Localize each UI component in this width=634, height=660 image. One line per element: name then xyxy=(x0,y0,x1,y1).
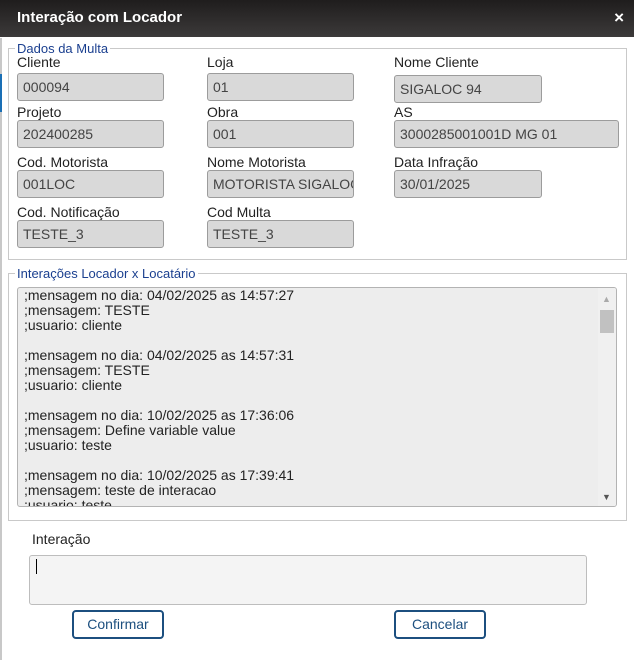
loja-label: Loja xyxy=(207,54,234,70)
cod-motorista-label: Cod. Motorista xyxy=(17,154,109,170)
cod-motorista-field[interactable]: 001LOC xyxy=(17,170,164,198)
cliente-field[interactable]: 000094 xyxy=(17,73,164,101)
cod-multa-field[interactable]: TESTE_3 xyxy=(207,220,354,248)
nome-motorista-field[interactable]: MOTORISTA SIGALOC xyxy=(207,170,354,198)
cod-notificacao-field[interactable]: TESTE_3 xyxy=(17,220,164,248)
cancel-button[interactable]: Cancelar xyxy=(394,610,486,639)
history-entry: ;mensagem no dia: 04/02/2025 as 14:57:31… xyxy=(24,348,598,393)
history-entry: ;mensagem no dia: 10/02/2025 as 17:36:06… xyxy=(24,408,598,453)
scroll-down-arrow-icon[interactable]: ▼ xyxy=(602,492,611,502)
history-entry: ;mensagem no dia: 10/02/2025 as 17:39:41… xyxy=(24,468,598,507)
dialog-titlebar: Interação com Locador × xyxy=(0,0,634,37)
as-label: AS xyxy=(394,104,413,120)
nome-cliente-field[interactable]: SIGALOC 94 xyxy=(394,75,542,103)
nome-motorista-label: Nome Motorista xyxy=(207,154,306,170)
as-field[interactable]: 3000285001001D MG 01 xyxy=(394,120,619,148)
history-scrollbar[interactable]: ▲ ▼ xyxy=(598,288,616,506)
history-message-line: ;mensagem: TESTE xyxy=(24,302,150,318)
cod-notificacao-label: Cod. Notificação xyxy=(17,204,120,220)
obra-label: Obra xyxy=(207,104,239,120)
history-user-line: ;usuario: teste xyxy=(24,497,112,507)
projeto-label: Projeto xyxy=(17,104,62,120)
history-entry: ;mensagem no dia: 04/02/2025 as 14:57:27… xyxy=(24,288,598,333)
new-interaction-input[interactable] xyxy=(29,555,587,605)
history-message-line: ;mensagem: Define variable value xyxy=(24,422,236,438)
history-date-line: ;mensagem no dia: 04/02/2025 as 14:57:27 xyxy=(24,287,295,303)
cod-multa-label: Cod Multa xyxy=(207,204,271,220)
cliente-label: Cliente xyxy=(17,54,61,70)
data-infracao-field[interactable]: 30/01/2025 xyxy=(394,170,542,198)
history-date-line: ;mensagem no dia: 10/02/2025 as 17:39:41 xyxy=(24,467,295,483)
history-user-line: ;usuario: cliente xyxy=(24,377,123,393)
history-user-line: ;usuario: teste xyxy=(24,437,112,453)
history-message-line: ;mensagem: TESTE xyxy=(24,362,150,378)
data-infracao-label: Data Infração xyxy=(394,154,479,170)
confirm-button[interactable]: Confirmar xyxy=(72,610,164,639)
interactions-legend: Interações Locador x Locatário xyxy=(17,266,196,281)
history-date-line: ;mensagem no dia: 04/02/2025 as 14:57:31 xyxy=(24,347,295,363)
text-caret xyxy=(36,559,37,574)
history-user-line: ;usuario: cliente xyxy=(24,317,123,333)
scroll-up-arrow-icon[interactable]: ▲ xyxy=(602,294,611,304)
history-message-line: ;mensagem: teste de interacao xyxy=(24,482,217,498)
nome-cliente-label: Nome Cliente xyxy=(394,54,479,70)
obra-field[interactable]: 001 xyxy=(207,120,354,148)
projeto-field[interactable]: 202400285 xyxy=(17,120,164,148)
history-date-line: ;mensagem no dia: 10/02/2025 as 17:36:06 xyxy=(24,407,295,423)
left-edge-accent xyxy=(0,74,2,112)
scrollbar-thumb[interactable] xyxy=(600,310,614,333)
interaction-history-list: ;mensagem no dia: 04/02/2025 as 14:57:27… xyxy=(24,288,598,507)
interaction-history-box[interactable]: ;mensagem no dia: 04/02/2025 as 14:57:27… xyxy=(17,287,617,507)
loja-field[interactable]: 01 xyxy=(207,73,354,101)
dialog-title: Interação com Locador xyxy=(17,9,183,26)
close-icon[interactable]: × xyxy=(614,8,624,28)
left-edge-strip xyxy=(0,38,2,660)
new-interaction-label: Interação xyxy=(32,531,91,547)
interaction-dialog: Interação com Locador × Dados da Multa C… xyxy=(0,0,634,660)
